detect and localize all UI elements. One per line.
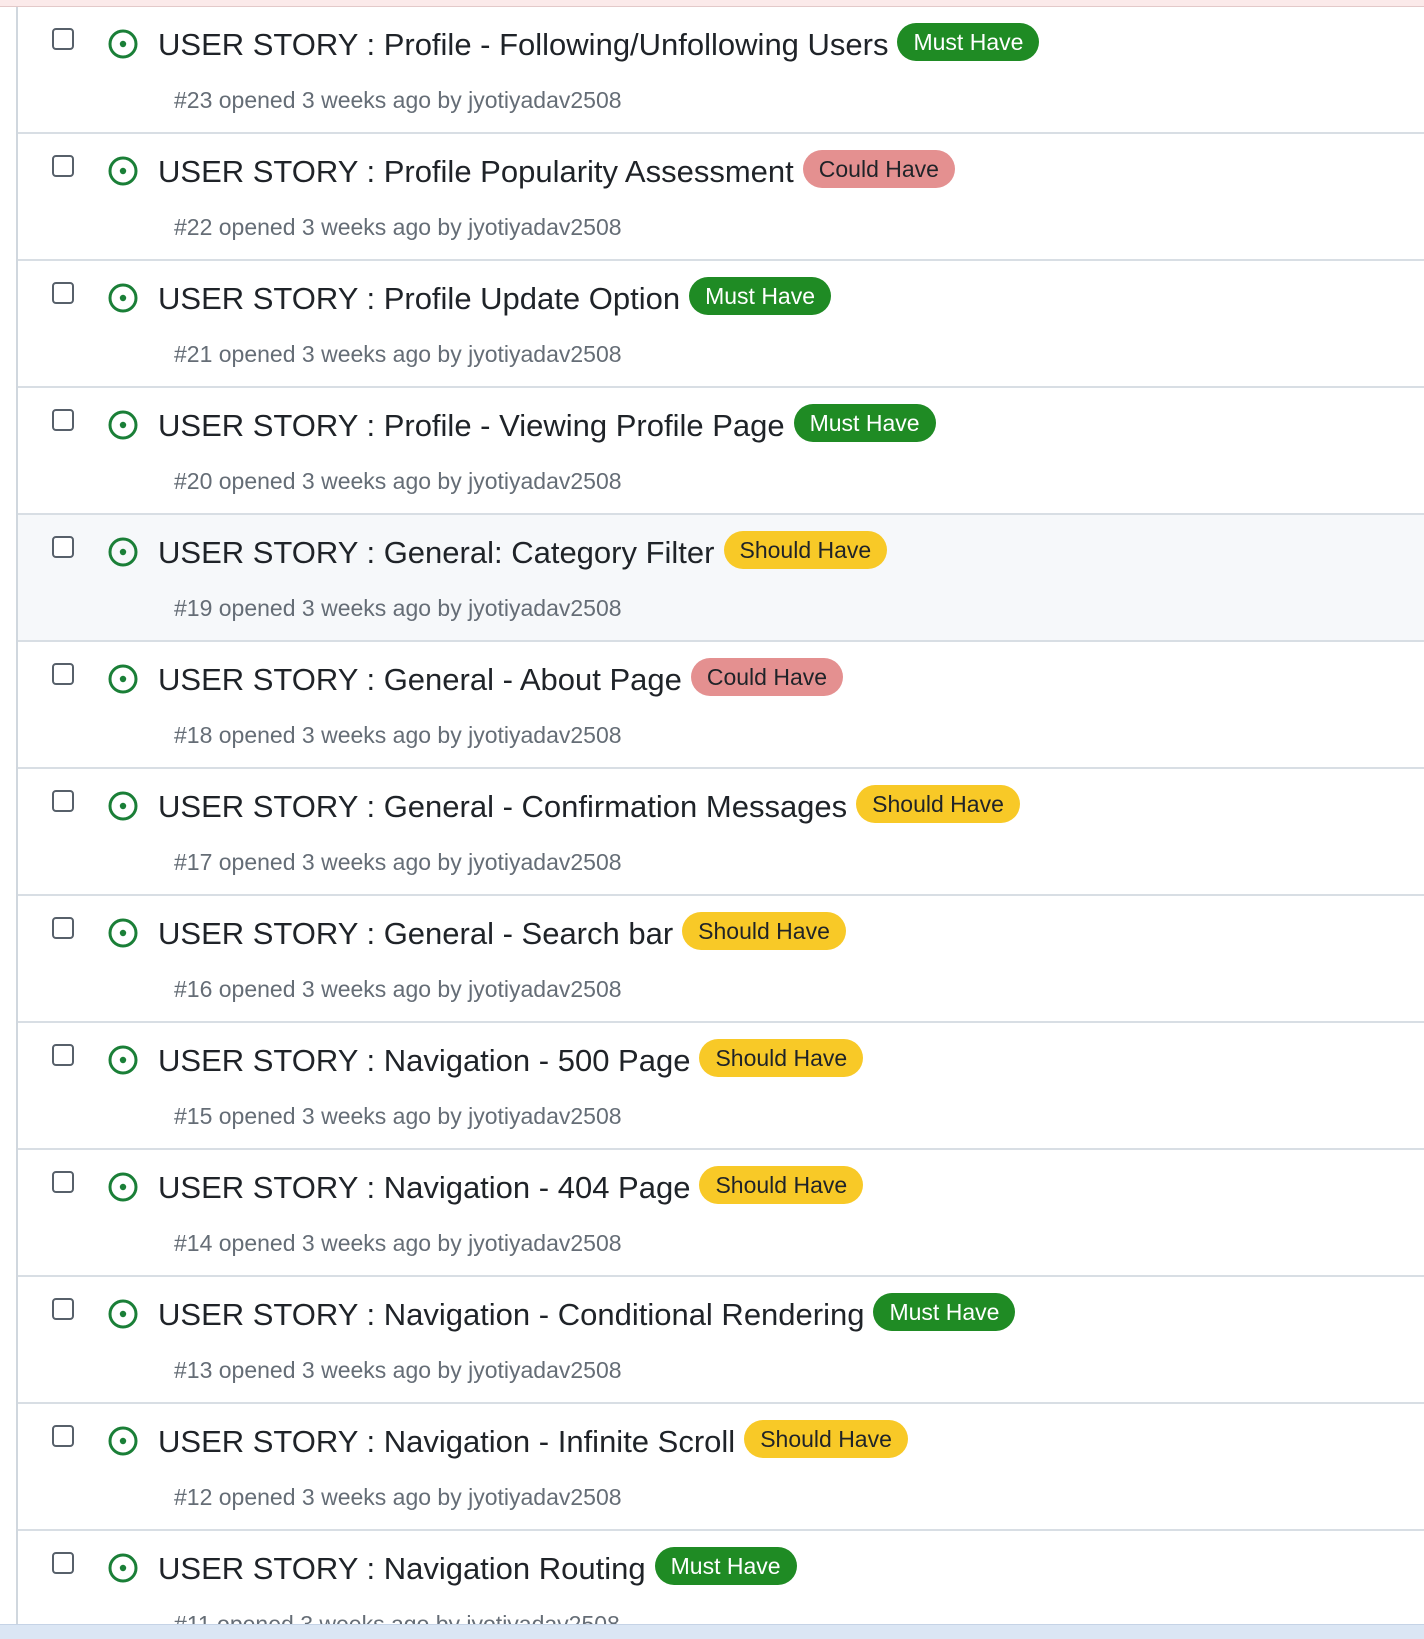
issue-row[interactable]: USER STORY : Profile - Viewing Profile P… — [18, 388, 1424, 515]
issue-opened-icon — [108, 283, 138, 313]
issue-opened-icon — [108, 791, 138, 821]
label-badge[interactable]: Must Have — [793, 404, 936, 442]
issue-meta: #18 opened 3 weeks ago by jyotiyadav2508 — [174, 722, 622, 748]
issue-title-line: USER STORY : Profile Update Option Must … — [158, 277, 832, 319]
issue-checkbox[interactable] — [52, 663, 74, 685]
issue-row[interactable]: USER STORY : Profile Update Option Must … — [18, 261, 1424, 388]
issue-title-link[interactable]: USER STORY : Navigation - 404 Page — [158, 1168, 690, 1208]
issue-row[interactable]: USER STORY : General: Category Filter Sh… — [18, 515, 1424, 642]
issue-opened-icon — [108, 1553, 138, 1583]
issue-title-line: USER STORY : Profile - Following/Unfollo… — [158, 23, 1040, 65]
issue-checkbox[interactable] — [52, 536, 74, 558]
issue-meta: #12 opened 3 weeks ago by jyotiyadav2508 — [174, 1484, 622, 1510]
issue-row[interactable]: USER STORY : Navigation - 404 Page Shoul… — [18, 1150, 1424, 1277]
issue-opened-icon — [108, 1172, 138, 1202]
bottom-bar — [0, 1624, 1424, 1639]
label-badge[interactable]: Should Have — [744, 1420, 908, 1458]
issue-row[interactable]: USER STORY : Navigation Routing Must Hav… — [18, 1531, 1424, 1624]
label-badge[interactable]: Could Have — [802, 150, 955, 188]
issue-checkbox[interactable] — [52, 28, 74, 50]
issue-meta: #15 opened 3 weeks ago by jyotiyadav2508 — [174, 1103, 622, 1129]
issue-title-link[interactable]: USER STORY : General - Search bar — [158, 914, 673, 954]
label-badge[interactable]: Should Have — [682, 912, 846, 950]
issue-title-line: USER STORY : Profile Popularity Assessme… — [158, 150, 955, 192]
issue-title-link[interactable]: USER STORY : Profile - Viewing Profile P… — [158, 406, 785, 446]
issue-opened-icon — [108, 1426, 138, 1456]
issue-opened-icon — [108, 918, 138, 948]
issue-opened-icon — [108, 1299, 138, 1329]
issue-title-link[interactable]: USER STORY : Navigation Routing — [158, 1549, 646, 1589]
issue-title-link[interactable]: USER STORY : Navigation - Infinite Scrol… — [158, 1422, 735, 1462]
issue-opened-icon — [108, 1045, 138, 1075]
label-badge[interactable]: Must Have — [689, 277, 832, 315]
label-badge[interactable]: Should Have — [699, 1166, 864, 1204]
issue-row[interactable]: USER STORY : General - About Page Could … — [18, 642, 1424, 769]
issue-checkbox[interactable] — [52, 1171, 74, 1193]
issue-title-link[interactable]: USER STORY : Navigation - Conditional Re… — [158, 1295, 864, 1335]
label-badge[interactable]: Should Have — [856, 785, 1020, 823]
issue-title-line: USER STORY : Navigation - 404 Page Shoul… — [158, 1166, 864, 1208]
issue-checkbox[interactable] — [52, 917, 74, 939]
issue-title-line: USER STORY : Navigation - Conditional Re… — [158, 1293, 1016, 1335]
issue-checkbox[interactable] — [52, 282, 74, 304]
label-badge[interactable]: Could Have — [690, 658, 844, 696]
issue-title-line: USER STORY : General: Category Filter Sh… — [158, 531, 888, 573]
issue-checkbox[interactable] — [52, 1425, 74, 1447]
issue-meta: #13 opened 3 weeks ago by jyotiyadav2508 — [174, 1357, 622, 1383]
issue-opened-icon — [108, 537, 138, 567]
issue-row[interactable]: USER STORY : Navigation - 500 Page Shoul… — [18, 1023, 1424, 1150]
label-badge[interactable]: Should Have — [723, 531, 888, 569]
issue-checkbox[interactable] — [52, 1044, 74, 1066]
issue-opened-icon — [108, 156, 138, 186]
issue-title-link[interactable]: USER STORY : Profile Update Option — [158, 279, 680, 319]
issue-title-link[interactable]: USER STORY : General - About Page — [158, 660, 682, 700]
issue-checkbox[interactable] — [52, 1298, 74, 1320]
issue-title-line: USER STORY : General - Search bar Should… — [158, 912, 846, 954]
label-badge[interactable]: Must Have — [897, 23, 1040, 61]
top-strip — [0, 0, 1424, 7]
issue-title-line: USER STORY : General - About Page Could … — [158, 658, 844, 700]
issue-title-line: USER STORY : Navigation Routing Must Hav… — [158, 1547, 797, 1589]
issue-title-link[interactable]: USER STORY : General: Category Filter — [158, 533, 715, 573]
issue-opened-icon — [108, 664, 138, 694]
issue-meta: #20 opened 3 weeks ago by jyotiyadav2508 — [174, 468, 622, 494]
issue-row[interactable]: USER STORY : General - Confirmation Mess… — [18, 769, 1424, 896]
issue-title-line: USER STORY : General - Confirmation Mess… — [158, 785, 1020, 827]
issue-title-link[interactable]: USER STORY : General - Confirmation Mess… — [158, 787, 847, 827]
issue-title-link[interactable]: USER STORY : Profile Popularity Assessme… — [158, 152, 794, 192]
issue-meta: #16 opened 3 weeks ago by jyotiyadav2508 — [174, 976, 622, 1002]
issue-row[interactable]: USER STORY : Profile - Following/Unfollo… — [18, 7, 1424, 134]
issue-list: USER STORY : Profile - Following/Unfollo… — [16, 7, 1424, 1624]
issue-meta: #14 opened 3 weeks ago by jyotiyadav2508 — [174, 1230, 622, 1256]
issue-checkbox[interactable] — [52, 155, 74, 177]
issue-opened-icon — [108, 29, 138, 59]
issue-title-line: USER STORY : Navigation - 500 Page Shoul… — [158, 1039, 864, 1081]
issue-checkbox[interactable] — [52, 790, 74, 812]
issue-title-link[interactable]: USER STORY : Navigation - 500 Page — [158, 1041, 690, 1081]
issue-opened-icon — [108, 410, 138, 440]
label-badge[interactable]: Must Have — [873, 1293, 1016, 1331]
issue-meta: #21 opened 3 weeks ago by jyotiyadav2508 — [174, 341, 622, 367]
issue-row[interactable]: USER STORY : General - Search bar Should… — [18, 896, 1424, 1023]
label-badge[interactable]: Should Have — [699, 1039, 864, 1077]
issue-meta: #22 opened 3 weeks ago by jyotiyadav2508 — [174, 214, 622, 240]
issue-checkbox[interactable] — [52, 409, 74, 431]
issue-row[interactable]: USER STORY : Navigation - Infinite Scrol… — [18, 1404, 1424, 1531]
issue-meta: #19 opened 3 weeks ago by jyotiyadav2508 — [174, 595, 622, 621]
issue-title-link[interactable]: USER STORY : Profile - Following/Unfollo… — [158, 25, 888, 65]
issue-checkbox[interactable] — [52, 1552, 74, 1574]
label-badge[interactable]: Must Have — [654, 1547, 797, 1585]
issue-title-line: USER STORY : Navigation - Infinite Scrol… — [158, 1420, 908, 1462]
issue-meta: #23 opened 3 weeks ago by jyotiyadav2508 — [174, 87, 622, 113]
issue-meta: #11 opened 3 weeks ago by jyotiyadav2508 — [174, 1611, 620, 1624]
issue-title-line: USER STORY : Profile - Viewing Profile P… — [158, 404, 936, 446]
issue-row[interactable]: USER STORY : Profile Popularity Assessme… — [18, 134, 1424, 261]
issue-meta: #17 opened 3 weeks ago by jyotiyadav2508 — [174, 849, 622, 875]
issue-row[interactable]: USER STORY : Navigation - Conditional Re… — [18, 1277, 1424, 1404]
